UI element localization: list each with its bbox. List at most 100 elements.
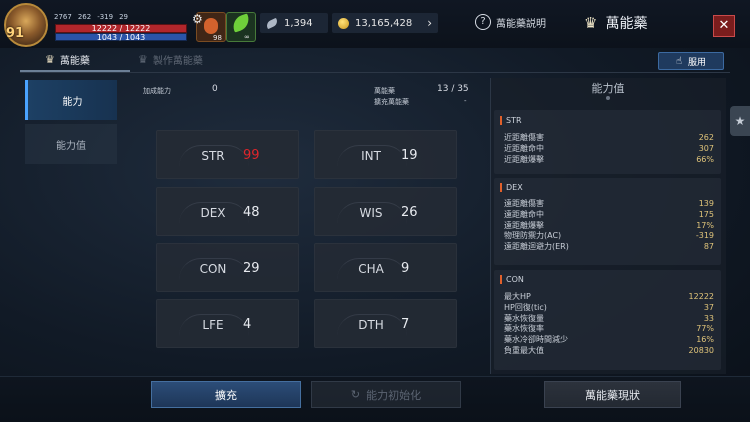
list-item: 遠距離爆擊 17% xyxy=(504,221,714,232)
row-label: 近距離傷害 xyxy=(504,133,544,142)
nav-stats-label: 能力值 xyxy=(56,140,86,152)
row-label: 負重最大值 xyxy=(504,345,544,355)
stats-panel-title: 能力值 xyxy=(591,82,625,95)
status-button-label: 萬能藥現狀 xyxy=(585,388,640,402)
reset-button-label: 能力初始化 xyxy=(366,388,422,402)
row-label: 物理防禦力(AC) xyxy=(504,231,562,241)
stat-card-wis[interactable]: WIS 26 xyxy=(314,187,457,236)
stat-value: 26 xyxy=(401,205,418,220)
expand-button-label: 擴充 xyxy=(215,388,237,402)
expand-elixir-value: - xyxy=(464,97,467,105)
row-label: 藥水恢復率 xyxy=(504,324,544,334)
player-level: 91 xyxy=(6,26,25,41)
row-value: 20830 xyxy=(688,345,714,355)
help-label: 萬能藥説明 xyxy=(496,18,546,30)
list-item: 負重最大值 20830 xyxy=(504,346,714,357)
section-marker xyxy=(500,116,502,125)
list-item: 遠距離命中 175 xyxy=(504,210,714,221)
close-button[interactable]: ✕ xyxy=(713,15,735,37)
player-stats: 2767 262 -319 29 xyxy=(54,13,128,21)
row-value: 175 xyxy=(698,209,714,219)
row-value: 17% xyxy=(696,220,714,230)
star-icon[interactable]: ★ xyxy=(730,106,750,136)
stat-name: CON xyxy=(199,262,227,276)
leaf-count: ∞ xyxy=(244,33,250,41)
stat-card-int[interactable]: INT 19 xyxy=(314,130,457,179)
dex-rows: 遠距離傷害 139 遠距離命中 175 遠距離爆擊 17% 物理防禦力(AC) -319… xyxy=(504,199,714,253)
added-ability-value: 0 xyxy=(212,84,218,94)
use-button[interactable]: ☝ 服用 xyxy=(658,52,724,70)
row-label: 遠距離迴避力(ER) xyxy=(504,242,569,252)
row-label: 藥水恢復量 xyxy=(504,313,544,323)
expand-button[interactable]: 擴充 xyxy=(151,381,301,408)
crown-icon: ♛ xyxy=(584,14,598,32)
elixir-label: 萬能藥 xyxy=(374,87,395,95)
gold-currency[interactable]: 13,165,428 › xyxy=(332,13,438,33)
nav-ability[interactable]: 能力 xyxy=(25,80,117,120)
row-label: 近距離爆擊 xyxy=(504,154,544,164)
row-label: 藥水冷卻時間減少 xyxy=(504,335,568,345)
chevron-right-icon[interactable]: › xyxy=(427,16,432,30)
coin-icon xyxy=(338,17,349,29)
stat-value: 19 xyxy=(401,148,418,163)
list-item: 藥水恢復率 77% xyxy=(504,324,714,335)
row-value: -319 xyxy=(695,231,714,241)
stat-card-dth[interactable]: DTH 7 xyxy=(314,299,457,348)
str-section-label: STR xyxy=(506,116,522,125)
potion-count: 98 xyxy=(213,34,222,42)
row-value: 37 xyxy=(703,302,714,312)
question-icon: ? xyxy=(475,14,491,30)
stat-262: 262 xyxy=(77,13,92,21)
crown-icon: ♛ xyxy=(138,53,148,66)
list-item: 近距離傷害 262 xyxy=(504,133,714,144)
row-label: 近距離命中 xyxy=(504,143,544,153)
str-section-title: STR xyxy=(500,116,522,125)
stat-card-lfe[interactable]: LFE 4 xyxy=(156,299,299,348)
tab-craft-label: 製作萬能藥 xyxy=(152,56,203,67)
tab-elixir[interactable]: ♛ 萬能藥 xyxy=(45,52,90,67)
stat-value: 29 xyxy=(243,261,260,276)
elixir-status-button[interactable]: 萬能藥現狀 xyxy=(544,381,681,408)
list-item: 近距離爆擊 66% xyxy=(504,155,714,166)
row-value: 66% xyxy=(696,154,714,164)
row-value: 307 xyxy=(698,143,714,153)
list-item: 遠距離迴避力(ER) 87 xyxy=(504,242,714,253)
panel-marker xyxy=(606,96,610,100)
page-title: ♛ 萬能藥 xyxy=(584,13,647,33)
potion-icon xyxy=(204,18,218,34)
stat-card-dex[interactable]: DEX 48 xyxy=(156,187,299,236)
tab-craft-elixir[interactable]: ♛ 製作萬能藥 xyxy=(138,52,203,67)
stat-name: INT xyxy=(361,149,381,163)
gear-icon[interactable]: ⚙ xyxy=(192,12,206,26)
row-label: 最大HP xyxy=(504,292,531,301)
page-title-text: 萬能藥 xyxy=(605,16,648,32)
dex-section-title: DEX xyxy=(500,183,523,192)
help-button[interactable]: ? 萬能藥説明 xyxy=(475,14,546,30)
stat-value: 48 xyxy=(243,205,260,220)
reset-ability-button[interactable]: ↻ 能力初始化 xyxy=(311,381,461,408)
use-button-label: 服用 xyxy=(688,57,707,68)
list-item: 物理防禦力(AC) -319 xyxy=(504,231,714,242)
stat-value: 9 xyxy=(401,261,410,276)
row-value: 16% xyxy=(696,335,714,345)
tab-divider xyxy=(20,72,730,73)
dex-section-label: DEX xyxy=(506,183,523,192)
row-label: 遠距離傷害 xyxy=(504,199,544,208)
row-value: 77% xyxy=(696,324,714,334)
row-label: HP回復(tic) xyxy=(504,302,547,312)
stat-card-str[interactable]: STR 99 xyxy=(156,130,299,179)
stat-value: 99 xyxy=(243,148,260,163)
stat-card-cha[interactable]: CHA 9 xyxy=(314,243,457,292)
list-item: HP回復(tic) 37 xyxy=(504,303,714,314)
stat-2767: 2767 xyxy=(54,13,72,21)
reset-icon: ↻ xyxy=(350,388,361,401)
row-label: 遠距離爆擊 xyxy=(504,220,544,230)
stat-value: 4 xyxy=(243,317,252,332)
hand-icon: ☝ xyxy=(675,55,683,67)
row-value: 87 xyxy=(703,242,714,252)
stat-card-con[interactable]: CON 29 xyxy=(156,243,299,292)
row-value: 262 xyxy=(698,133,714,142)
section-marker xyxy=(500,275,502,284)
nav-stats[interactable]: 能力值 xyxy=(25,124,117,164)
feather-currency: 1,394 xyxy=(260,13,328,33)
